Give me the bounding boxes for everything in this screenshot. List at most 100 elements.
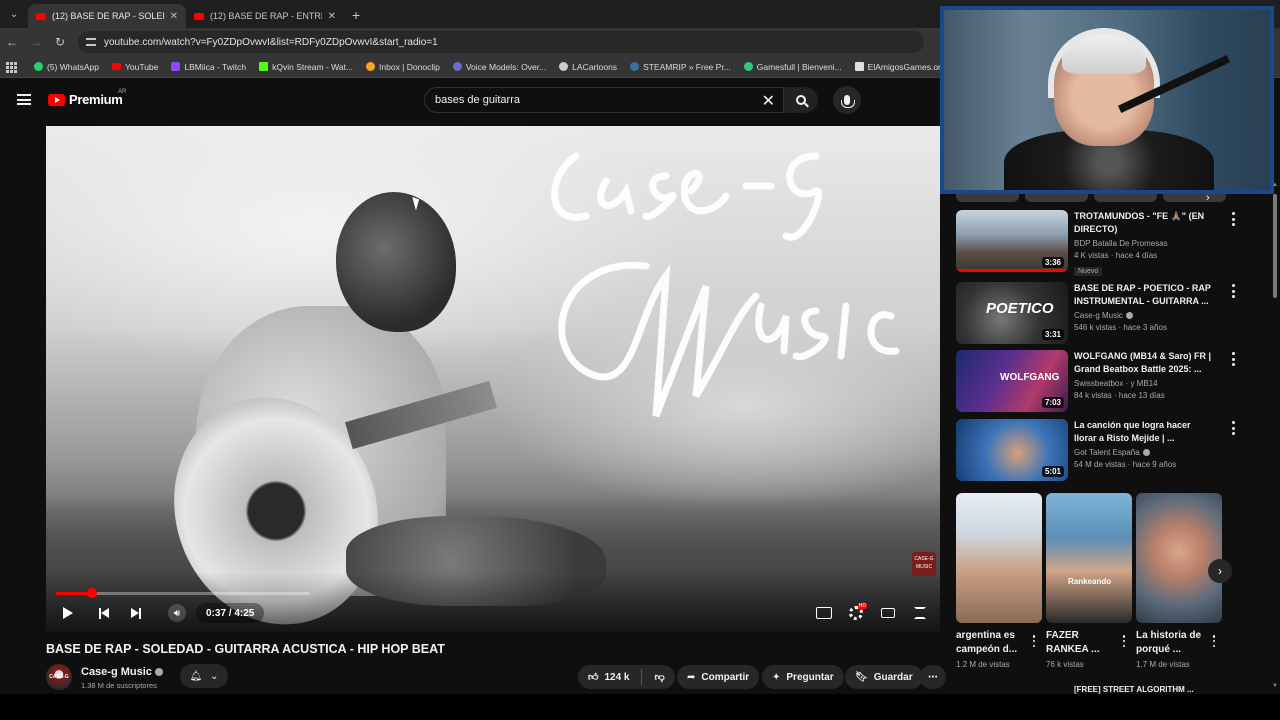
related-video-item[interactable]: WOLFGANG 7:03 WOLFGANG (MB14 & Saro) FR …	[956, 350, 1256, 412]
subtitles-button[interactable]	[814, 602, 834, 624]
video-thumbnail[interactable]: WOLFGANG 7:03	[956, 350, 1068, 412]
channel-name[interactable]: Swissbeatbox · y MB14	[1074, 379, 1214, 388]
share-arrow-icon: ➦	[687, 671, 696, 683]
more-vertical-icon[interactable]	[1228, 421, 1238, 435]
more-vertical-icon[interactable]	[1120, 635, 1128, 647]
filter-chips[interactable]	[956, 194, 1226, 202]
short-thumbnail[interactable]	[956, 493, 1042, 623]
video-title[interactable]: WOLFGANG (MB14 & Saro) FR | Grand Beatbo…	[1074, 350, 1214, 376]
play-button[interactable]	[58, 602, 78, 624]
forward-arrow-icon[interactable]: →	[24, 35, 48, 49]
browser-tab[interactable]: (12) BASE DE RAP - ENTRE LETR ✕	[186, 4, 344, 28]
previous-button[interactable]	[94, 602, 114, 624]
short-thumbnail[interactable]: Rankeando	[1046, 493, 1132, 623]
settings-button[interactable]: HD	[846, 602, 867, 624]
channel-name-link[interactable]: Case-g Music	[81, 666, 163, 678]
microphone-icon	[841, 95, 855, 108]
short-item[interactable]: argentina es campeón d... 1.2 M de vista…	[956, 493, 1042, 669]
clear-search-icon[interactable]: ✕	[762, 91, 775, 111]
short-title[interactable]: FAZER RANKEA ...	[1046, 629, 1118, 657]
subscriber-count: 1.38 M de suscriptores	[81, 681, 157, 690]
bookmark-gamesfull[interactable]: Gamesfull | Bienveni...	[743, 62, 842, 72]
next-video-title-partial[interactable]: [FREE] STREET ALGORITHM ...	[1074, 685, 1194, 694]
bookmark-voice-models[interactable]: Voice Models: Over...	[452, 62, 546, 72]
video-title[interactable]: La canción que logra hacer llorar a Rist…	[1074, 419, 1214, 445]
progress-bar[interactable]	[56, 588, 310, 598]
search-button[interactable]	[784, 87, 818, 113]
view-count: 84 k vistas · hace 13 días	[1074, 391, 1165, 400]
fullscreen-button[interactable]	[910, 602, 930, 624]
video-thumbnail[interactable]: POETICO 3:31	[956, 282, 1068, 344]
video-title[interactable]: BASE DE RAP - POETICO - RAP INSTRUMENTAL…	[1074, 282, 1214, 308]
bookmark-kick[interactable]: kQvin Stream - Wat...	[259, 62, 353, 72]
tab-close-icon[interactable]: ✕	[328, 11, 336, 22]
duration-badge: 7:03	[1041, 397, 1064, 408]
browser-tab-active[interactable]: (12) BASE DE RAP - SOLEDAD - ✕	[28, 4, 186, 28]
channel-avatar[interactable]: CASE-G	[46, 664, 72, 690]
bookmark-donoclip[interactable]: Inbox | Donoclip	[366, 62, 440, 72]
related-video-item[interactable]: 3:36 TROTAMUNDOS - "FE 🙏🏽" (EN DIRECTO) …	[956, 210, 1256, 276]
bookmark-steamrip[interactable]: STEAMRIP » Free Pr...	[630, 62, 731, 72]
scroll-down-arrow-icon[interactable]: ▼	[1272, 683, 1278, 689]
menu-hamburger-icon[interactable]	[17, 94, 31, 105]
dislike-button[interactable]: 👎︎	[654, 671, 664, 683]
next-button[interactable]	[126, 602, 146, 624]
short-item[interactable]: Rankeando FAZER RANKEA ... 76 k vistas	[1046, 493, 1132, 669]
subscription-bell-button[interactable]: 🔔︎ ⌄	[180, 664, 228, 688]
url-bar[interactable]: youtube.com/watch?v=Fy0ZDpOvwvI&list=RDF…	[78, 31, 924, 53]
sparkle-icon: ✦	[772, 671, 781, 683]
bookmark-lacartoons[interactable]: LACartoons	[559, 62, 617, 72]
shorts-shelf: argentina es campeón d... 1.2 M de vista…	[956, 493, 1256, 693]
whatsapp-icon	[34, 62, 43, 71]
back-arrow-icon[interactable]: ←	[0, 35, 24, 49]
more-vertical-icon[interactable]	[1210, 635, 1218, 647]
video-player[interactable]: CASE-G MUSIC 🔊︎ 0:37 / 4:25 HD	[46, 126, 940, 632]
scroll-up-arrow-icon[interactable]: ▲	[1272, 182, 1278, 188]
channel-name[interactable]: Got Talent España	[1074, 448, 1214, 457]
video-thumbnail[interactable]: 5:01	[956, 419, 1068, 481]
channel-name[interactable]: BDP Batalla De Promesas	[1074, 239, 1214, 248]
like-count[interactable]: 124 k	[604, 672, 629, 683]
thumbnail-text: POETICO	[986, 300, 1054, 317]
theater-mode-button[interactable]	[878, 602, 898, 624]
video-thumbnail[interactable]: 3:36	[956, 210, 1068, 272]
related-video-item[interactable]: POETICO 3:31 BASE DE RAP - POETICO - RAP…	[956, 282, 1256, 344]
more-vertical-icon[interactable]	[1228, 284, 1238, 298]
voice-search-button[interactable]	[833, 86, 861, 114]
shorts-next-chevron-icon[interactable]: ›	[1208, 559, 1232, 583]
new-tab-plus-icon[interactable]: +	[344, 7, 368, 28]
short-title[interactable]: La historia de porqué ...	[1136, 629, 1208, 657]
site-info-icon[interactable]	[86, 38, 96, 46]
share-button[interactable]: ➦ Compartir	[677, 665, 760, 689]
short-title[interactable]: argentina es campeón d...	[956, 629, 1028, 657]
youtube-premium-logo[interactable]: Premium	[48, 92, 123, 107]
video-title[interactable]: TROTAMUNDOS - "FE 🙏🏽" (EN DIRECTO)	[1074, 210, 1214, 236]
like-button[interactable]: 👍︎	[588, 671, 598, 683]
short-thumbnail[interactable]	[1136, 493, 1222, 623]
reload-icon[interactable]: ↻	[48, 35, 72, 49]
bookmark-youtube[interactable]: YouTube	[111, 62, 158, 72]
scrubber-handle[interactable]	[86, 588, 97, 598]
bookmark-elamigos[interactable]: ElAmigosGames.org...	[854, 62, 953, 72]
tab-search-chevron-icon[interactable]: ⌄	[4, 4, 24, 24]
channel-name[interactable]: Case-g Music	[1074, 311, 1214, 320]
related-video-item[interactable]: 5:01 La canción que logra hacer llorar a…	[956, 419, 1256, 481]
bookmark-whatsapp[interactable]: (5) WhatsApp	[34, 62, 99, 72]
tab-close-icon[interactable]: ✕	[170, 11, 178, 22]
bookmark-twitch[interactable]: LBMiica - Twitch	[171, 62, 246, 72]
more-horizontal-icon: ⋯	[928, 671, 938, 683]
search-input[interactable]: bases de guitarra ✕	[424, 87, 784, 113]
save-button[interactable]: 🔖︎ Guardar	[845, 665, 923, 689]
ask-button[interactable]: ✦ Preguntar	[762, 665, 844, 689]
chips-next-chevron-icon[interactable]: ›	[1206, 192, 1210, 204]
thumbnail-text: WOLFGANG	[1000, 372, 1060, 383]
duration-badge: 3:31	[1041, 329, 1064, 340]
scrollbar-thumb[interactable]	[1273, 194, 1277, 298]
mute-button[interactable]: 🔊︎	[166, 602, 188, 624]
more-vertical-icon[interactable]	[1030, 635, 1038, 647]
more-vertical-icon[interactable]	[1228, 212, 1238, 226]
short-item[interactable]: La historia de porqué ... 1.7 M de vista…	[1136, 493, 1222, 669]
page-scrollbar[interactable]	[1272, 194, 1278, 690]
more-vertical-icon[interactable]	[1228, 352, 1238, 366]
apps-grid-icon[interactable]	[6, 61, 20, 73]
